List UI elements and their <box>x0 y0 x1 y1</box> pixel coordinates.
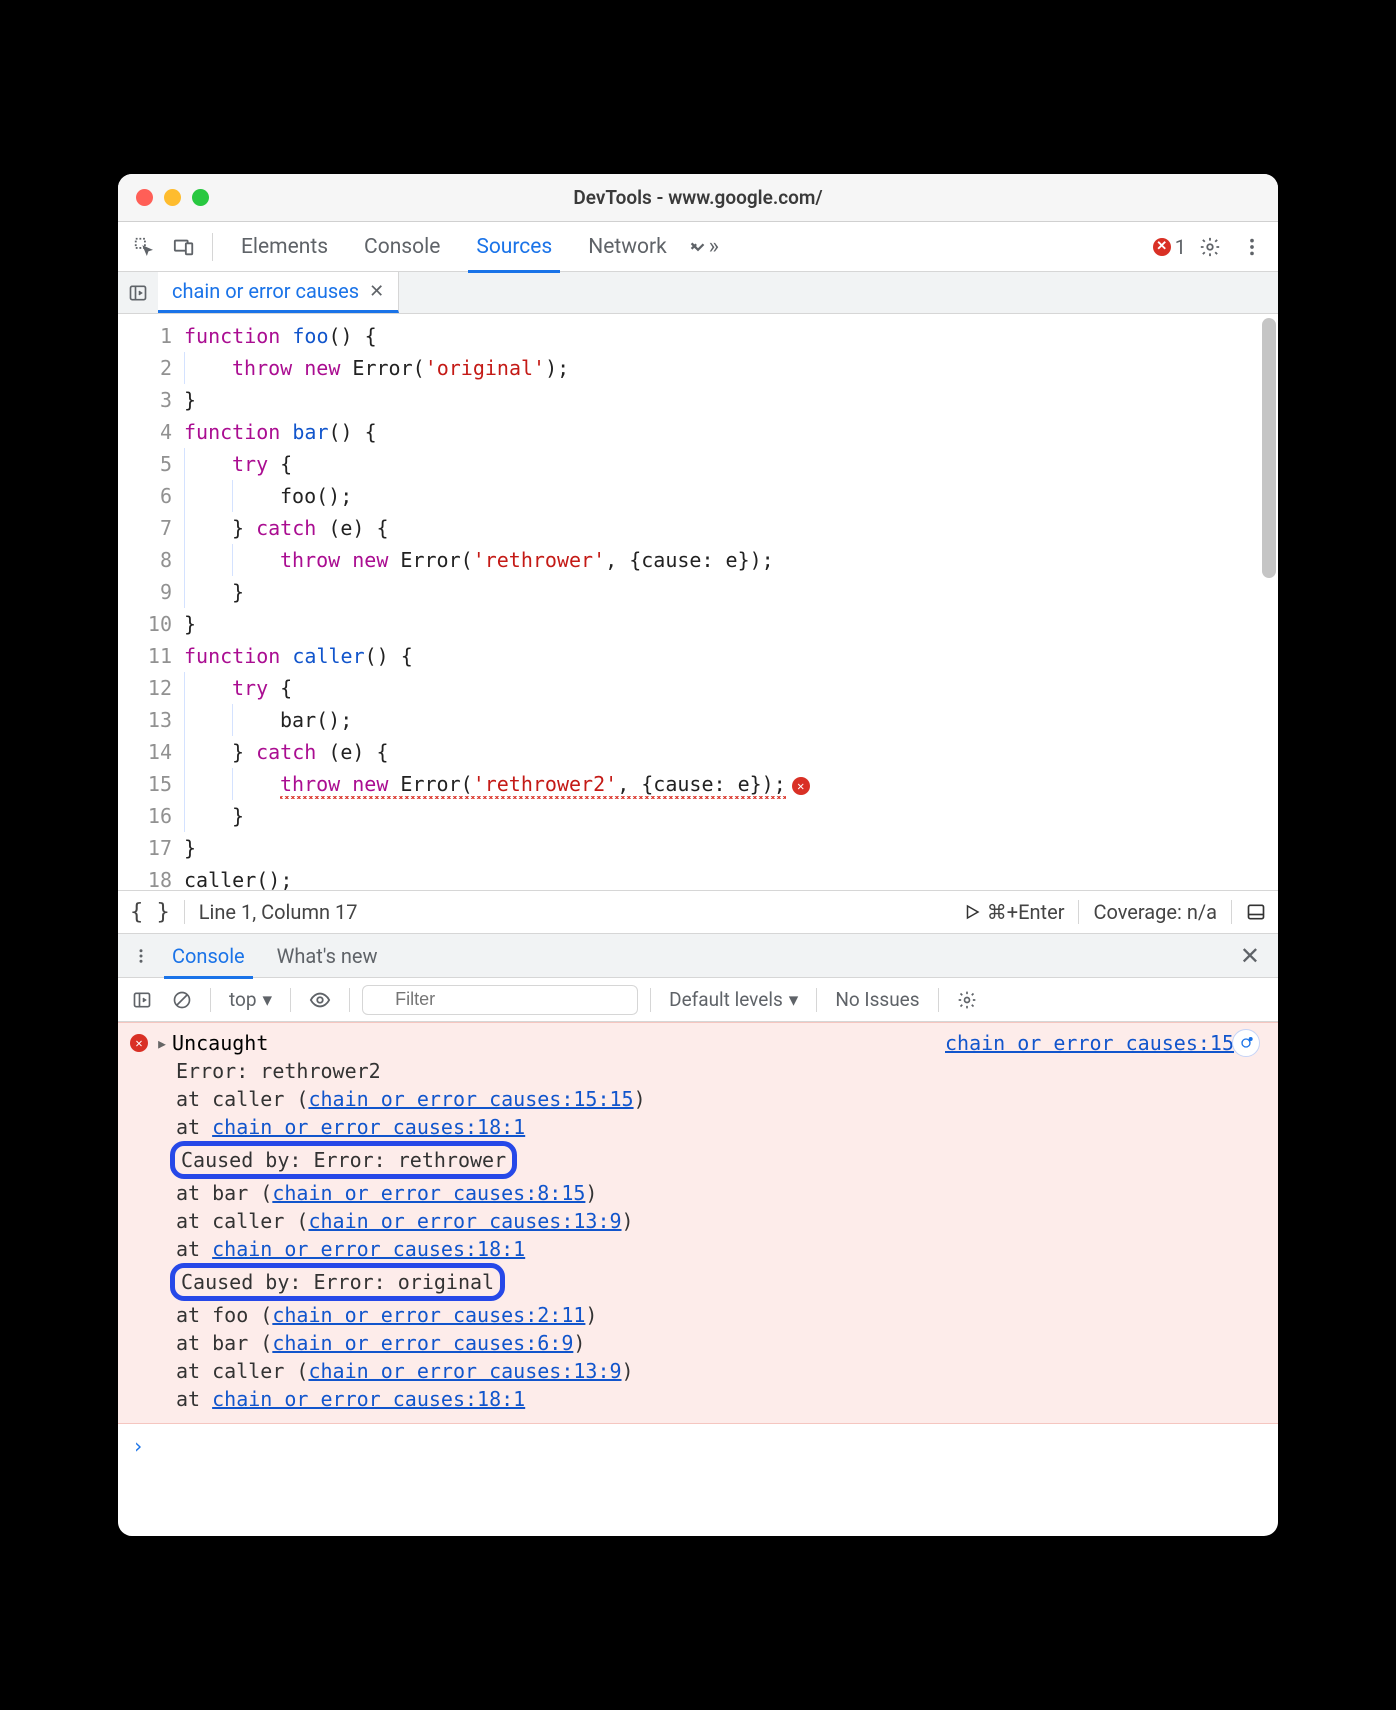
disclosure-triangle-icon[interactable]: ▸ <box>156 1029 168 1057</box>
filter-input[interactable] <box>362 985 638 1015</box>
code-editor[interactable]: 123456789101112131415161718 function foo… <box>118 314 1278 890</box>
stack-frame-link[interactable]: chain or error causes:18:1 <box>212 1115 525 1139</box>
run-shortcut: ⌘+Enter <box>987 900 1065 924</box>
levels-label: Default levels <box>669 988 783 1011</box>
stack-frame-link[interactable]: chain or error causes:13:9 <box>308 1359 621 1383</box>
clear-console-icon[interactable] <box>166 990 198 1010</box>
toggle-bottom-drawer-icon[interactable] <box>1246 902 1266 922</box>
error-icon: ✕ <box>130 1034 148 1052</box>
live-expression-icon[interactable] <box>303 989 337 1011</box>
chevron-right-icon: › <box>132 1432 144 1460</box>
tab-sources[interactable]: Sources <box>458 222 570 272</box>
error-icon: ✕ <box>1153 238 1171 256</box>
scrollbar[interactable] <box>1262 318 1276 578</box>
stack-frame-link[interactable]: chain or error causes:18:1 <box>212 1237 525 1261</box>
issues-button[interactable]: No Issues <box>829 988 925 1011</box>
tab-elements[interactable]: Elements <box>223 222 346 272</box>
console-toolbar: top ▾ Default levels ▾ No Issues <box>118 978 1278 1022</box>
more-tabs-icon[interactable]: » <box>685 229 721 265</box>
separator <box>290 988 291 1012</box>
separator <box>212 233 213 261</box>
error-message: ✕ ▸ Uncaught chain or error causes:15 Er… <box>118 1022 1278 1424</box>
coverage-status: Coverage: n/a <box>1093 900 1217 924</box>
error-count-value: 1 <box>1175 235 1186 259</box>
source-link[interactable]: chain or error causes:15 <box>945 1029 1266 1057</box>
minimize-window-button[interactable] <box>164 189 181 206</box>
drawer-tab-whatsnew[interactable]: What's new <box>261 934 394 978</box>
navigator-toggle-icon[interactable] <box>118 272 158 313</box>
caused-by-highlight: Caused by: Error: original <box>170 1263 505 1301</box>
close-icon[interactable]: ✕ <box>369 281 384 302</box>
kebab-menu-icon[interactable] <box>1234 229 1270 265</box>
run-snippet-button[interactable]: ⌘+Enter <box>963 900 1065 924</box>
tab-console[interactable]: Console <box>346 222 458 272</box>
caused-by-highlight: Caused by: Error: rethrower <box>170 1141 517 1179</box>
stack-frame-link[interactable]: chain or error causes:18:1 <box>212 1387 525 1411</box>
error-summary: Uncaught <box>172 1029 268 1057</box>
stack-frame-link[interactable]: chain or error causes:6:9 <box>272 1331 573 1355</box>
devtools-window: DevTools - www.google.com/ Elements Cons… <box>118 174 1278 1536</box>
file-tab-label: chain or error causes <box>172 279 359 303</box>
log-levels-selector[interactable]: Default levels ▾ <box>663 988 804 1011</box>
console-prompt[interactable]: › <box>118 1424 1278 1468</box>
drawer-tabs: Console What's new ✕ <box>118 934 1278 978</box>
stack-frame-link[interactable]: chain or error causes:2:11 <box>272 1303 585 1327</box>
separator <box>938 988 939 1012</box>
ai-assist-icon[interactable] <box>1232 1029 1260 1057</box>
tab-network[interactable]: Network <box>570 222 685 272</box>
titlebar: DevTools - www.google.com/ <box>118 174 1278 222</box>
console-output: ✕ ▸ Uncaught chain or error causes:15 Er… <box>118 1022 1278 1536</box>
separator <box>1078 900 1079 924</box>
chevron-down-icon: ▾ <box>263 988 273 1011</box>
close-drawer-icon[interactable]: ✕ <box>1230 942 1270 970</box>
traffic-lights <box>118 189 209 206</box>
main-toolbar: Elements Console Sources Network » ✕ 1 <box>118 222 1278 272</box>
code-area[interactable]: function foo() {throw new Error('origina… <box>184 314 1278 890</box>
separator <box>650 988 651 1012</box>
drawer-tab-console[interactable]: Console <box>156 934 261 978</box>
console-sidebar-toggle-icon[interactable] <box>126 990 158 1010</box>
maximize-window-button[interactable] <box>192 189 209 206</box>
console-settings-icon[interactable] <box>951 990 983 1010</box>
separator <box>816 988 817 1012</box>
separator <box>1231 900 1232 924</box>
drawer-kebab-icon[interactable] <box>126 938 156 974</box>
error-count[interactable]: ✕ 1 <box>1153 235 1186 259</box>
context-selector[interactable]: top ▾ <box>223 988 278 1011</box>
inspect-element-icon[interactable] <box>126 229 162 265</box>
panel-tabs: Elements Console Sources Network » <box>223 222 1149 272</box>
separator <box>184 900 185 924</box>
line-gutter: 123456789101112131415161718 <box>118 314 184 890</box>
settings-icon[interactable] <box>1192 229 1228 265</box>
cursor-position: Line 1, Column 17 <box>199 900 358 924</box>
stack-frame-link[interactable]: chain or error causes:15:15 <box>308 1087 633 1111</box>
context-label: top <box>229 988 257 1011</box>
stack-frame-link[interactable]: chain or error causes:8:15 <box>272 1181 585 1205</box>
stack-frame-link[interactable]: chain or error causes:13:9 <box>308 1209 621 1233</box>
file-tab[interactable]: chain or error causes ✕ <box>158 272 399 313</box>
close-window-button[interactable] <box>136 189 153 206</box>
device-toolbar-icon[interactable] <box>166 229 202 265</box>
window-title: DevTools - www.google.com/ <box>118 186 1278 209</box>
file-tab-bar: chain or error causes ✕ <box>118 272 1278 314</box>
separator <box>210 988 211 1012</box>
editor-status-bar: { } Line 1, Column 17 ⌘+Enter Coverage: … <box>118 890 1278 934</box>
stack-trace: Error: rethrower2 at caller (chain or er… <box>130 1057 1266 1413</box>
pretty-print-icon[interactable]: { } <box>130 900 170 925</box>
issues-label: No Issues <box>835 988 919 1011</box>
separator <box>349 988 350 1012</box>
chevron-down-icon: ▾ <box>789 988 799 1011</box>
filter-wrap <box>362 985 638 1015</box>
